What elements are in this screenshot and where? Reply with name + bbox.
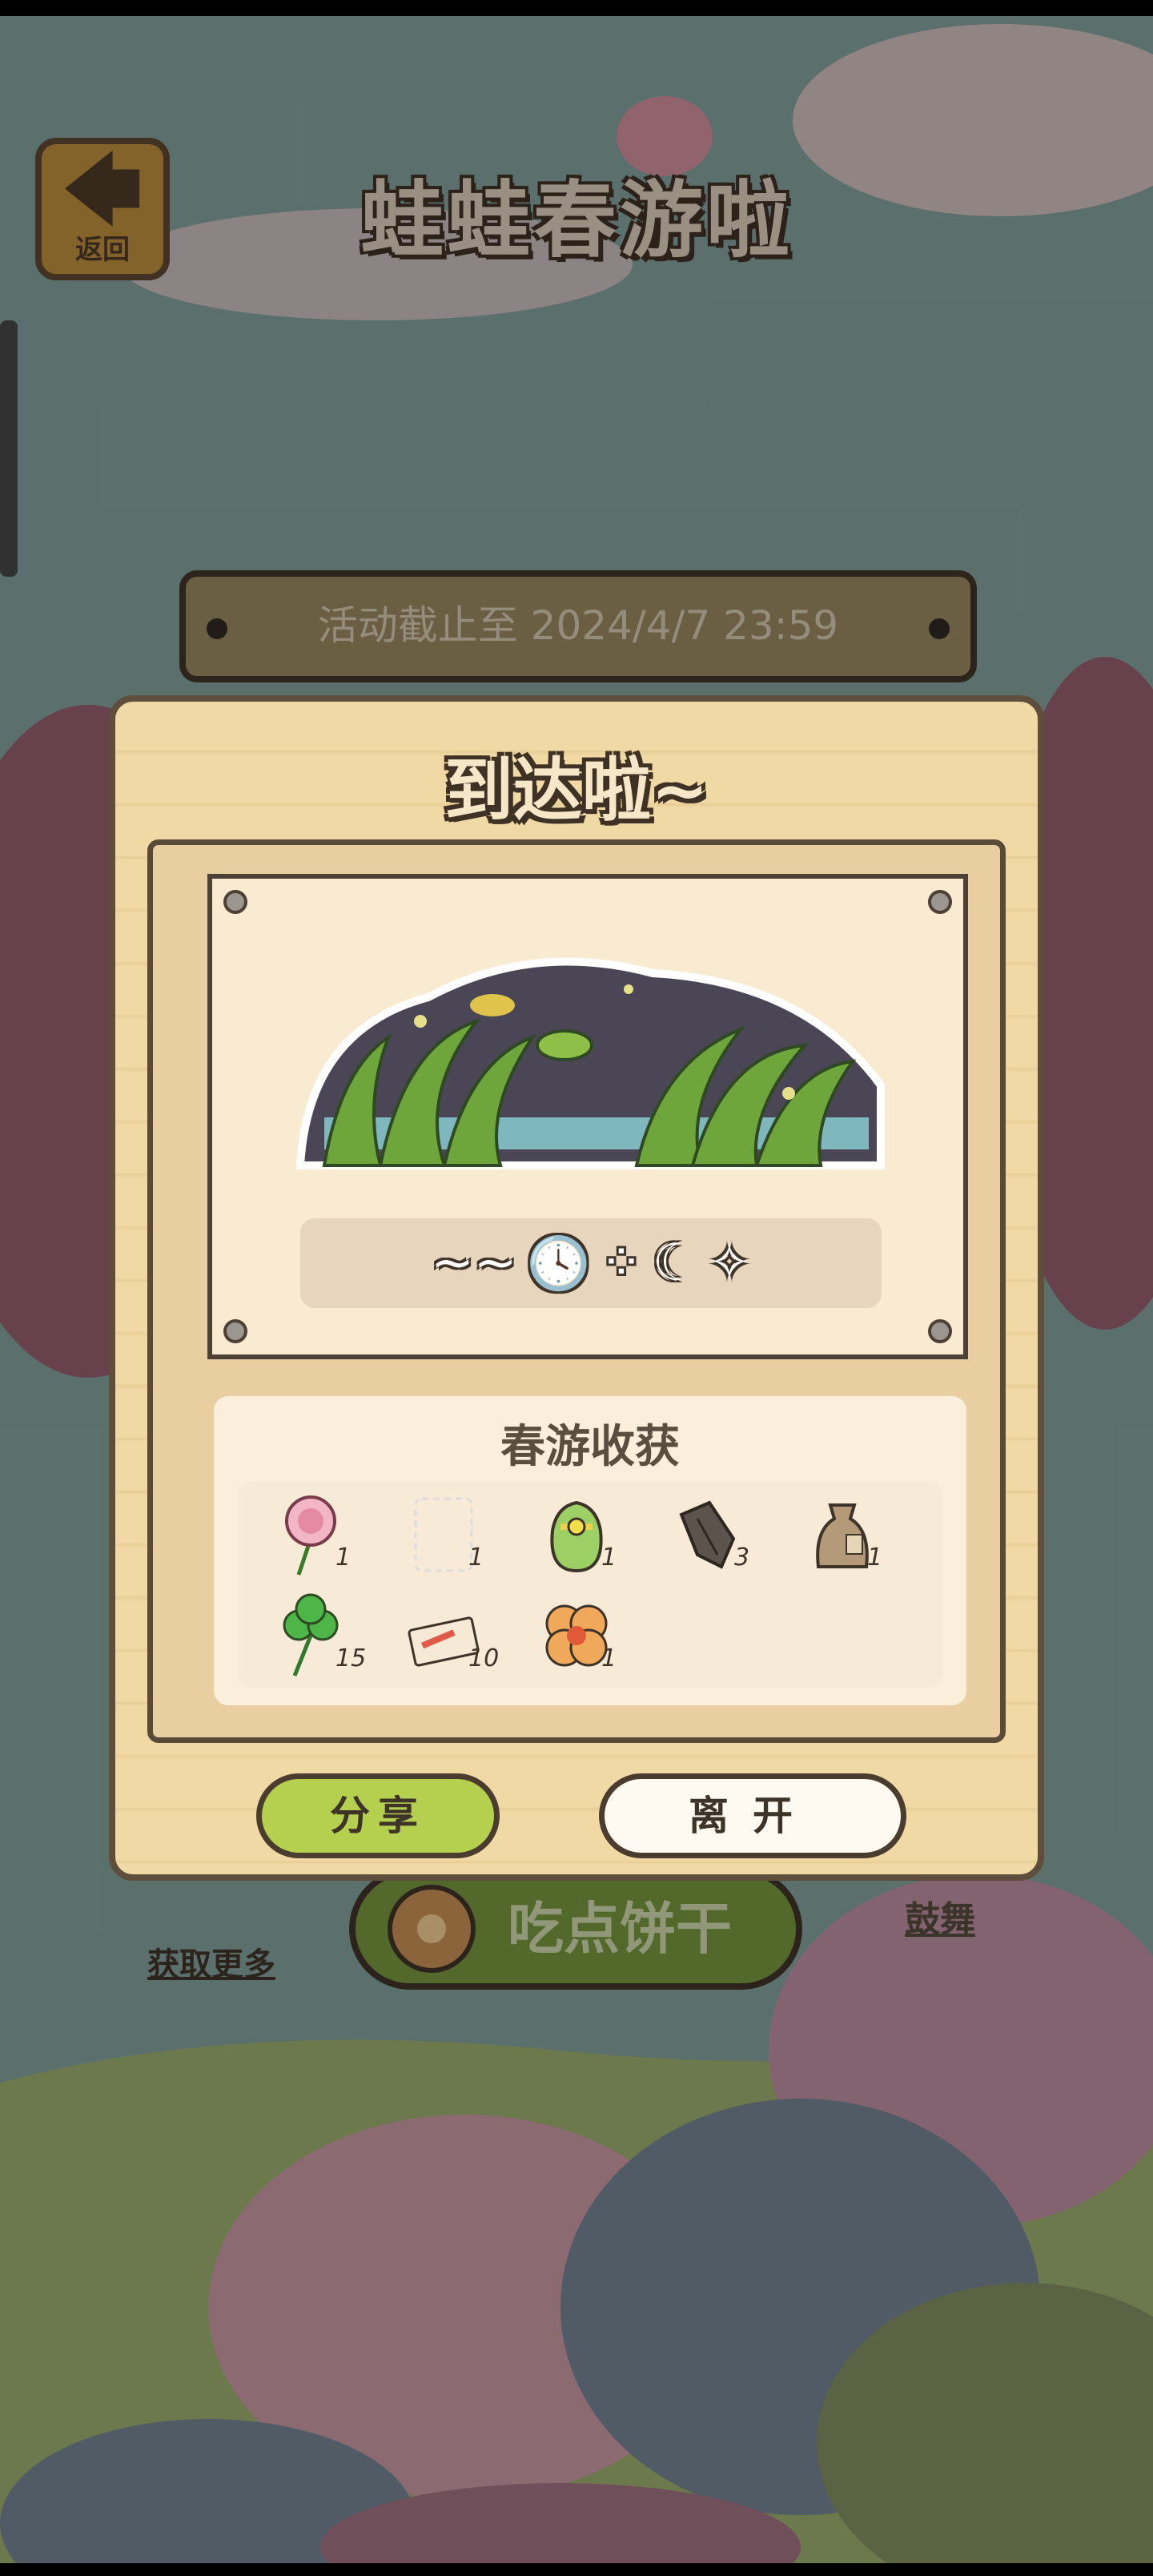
item-count: 15	[335, 1644, 367, 1672]
harvest-item[interactable]: 1	[395, 1486, 499, 1582]
harvest-item[interactable]: 1	[528, 1587, 632, 1683]
item-count: 1	[468, 1544, 484, 1572]
location-code-box: ~~ 🕓 ⁘ ☾ ✧	[300, 1218, 882, 1308]
item-count: 1	[867, 1544, 883, 1572]
harvest-title: 春游收获	[500, 1421, 680, 1473]
leave-button[interactable]: 离开	[599, 1773, 906, 1858]
harvest-item[interactable]: 1	[262, 1486, 366, 1582]
harvest-item[interactable]: 15	[262, 1587, 366, 1683]
item-count: 1	[601, 1644, 617, 1672]
footprints-icon: ⁘	[600, 1234, 643, 1293]
clock-icon: 🕓	[526, 1234, 591, 1294]
postcard: ~~ 🕓 ⁘ ☾ ✧	[207, 874, 968, 1359]
item-count: 3	[734, 1544, 750, 1572]
harvest-item[interactable]: 1	[793, 1486, 898, 1582]
harvest-item[interactable]: 1	[528, 1486, 632, 1582]
share-button[interactable]: 分享	[256, 1773, 500, 1858]
harvest-item[interactable]: 10	[395, 1587, 499, 1683]
item-count: 1	[601, 1544, 617, 1572]
arrival-dialog: 到达啦~ ~~ 🕓 ⁘ ☾ ✧ 春游收获 1 1 1 3 1 15 10 1 分…	[109, 695, 1044, 1881]
moon-icon: ☾	[652, 1234, 699, 1293]
item-count: 1	[335, 1544, 352, 1572]
tilde-icon: ~~	[431, 1234, 517, 1293]
dialog-content-panel: ~~ 🕓 ⁘ ☾ ✧ 春游收获 1 1 1 3 1 15 10 1	[147, 839, 1006, 1743]
harvest-panel: 春游收获 1 1 1 3 1 15 10 1	[214, 1396, 966, 1705]
harvest-item[interactable]: 3	[661, 1486, 765, 1582]
harvest-items-grid: 1 1 1 3 1 15 10 1	[238, 1481, 942, 1688]
sparkle-icon: ✧	[708, 1234, 751, 1293]
dialog-title: 到达啦~	[444, 751, 709, 831]
night-grass-scene-image	[295, 957, 885, 1169]
item-count: 10	[468, 1644, 500, 1672]
